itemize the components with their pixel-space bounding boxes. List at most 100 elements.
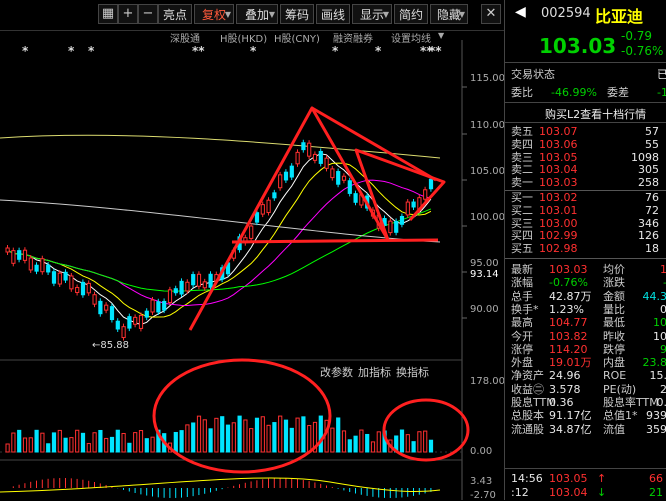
ask-volume: 1098 xyxy=(631,151,659,164)
candle-body xyxy=(192,275,195,285)
stat-value: 9 xyxy=(660,343,666,356)
event-star-marker[interactable]: ** xyxy=(429,44,442,58)
candle-body xyxy=(105,305,108,310)
bid-price: 103.01 xyxy=(539,204,578,217)
stat-value: 3.578 xyxy=(549,383,581,396)
volume-bar xyxy=(23,438,26,452)
candle-body xyxy=(267,200,270,212)
ask-price: 103.05 xyxy=(539,151,578,164)
price-axis-tick: 100.00 xyxy=(470,212,505,223)
toolbar-button-4[interactable]: 画线 xyxy=(316,4,350,24)
bid-level-label: 买四 xyxy=(511,229,533,242)
candle-body xyxy=(64,272,67,280)
candle-body xyxy=(325,158,328,168)
kline-chart[interactable] xyxy=(0,30,504,500)
volume-bar xyxy=(279,416,282,452)
volume-bar xyxy=(377,432,380,452)
macd-tick-max: 3.43 xyxy=(470,476,492,487)
stat-value: 24.96 xyxy=(549,369,581,382)
bid-volume: 72 xyxy=(645,204,659,217)
event-star-marker[interactable]: * xyxy=(332,44,338,58)
stat-row: 最高104.77最低10 xyxy=(511,316,666,329)
candle-body xyxy=(284,172,287,180)
macd-series xyxy=(0,478,440,498)
volume-bar xyxy=(371,442,374,452)
event-star-marker[interactable]: * xyxy=(68,44,74,58)
volume-bar xyxy=(238,416,241,452)
divider xyxy=(505,62,666,63)
grid-layout-icon[interactable]: ▦ xyxy=(98,4,118,24)
volume-bar xyxy=(296,418,299,452)
volume-bar xyxy=(186,425,189,452)
volume-menu-1[interactable]: 加指标 xyxy=(358,364,391,380)
event-star-marker[interactable]: ** xyxy=(192,44,205,58)
stat-label: 换手* xyxy=(511,303,539,316)
toolbar-button-1[interactable]: 复权▼ xyxy=(194,4,234,24)
stat-label: PE(动) xyxy=(603,383,636,396)
indicator-tab-2[interactable]: H股(CNY) xyxy=(274,30,320,45)
volume-bar xyxy=(47,444,50,452)
event-star-marker[interactable]: * xyxy=(88,44,94,58)
candle-body xyxy=(203,282,206,288)
indicator-tab-3[interactable]: 融资融券 xyxy=(333,30,373,45)
volume-bar xyxy=(267,425,270,452)
ask-volume: 305 xyxy=(638,163,659,176)
volume-bar xyxy=(81,433,84,452)
candle-body xyxy=(302,143,305,150)
candle-body xyxy=(110,307,113,320)
volume-menu-0[interactable]: 改参数 xyxy=(320,364,353,380)
volume-bar xyxy=(174,432,177,452)
bid-price: 102.98 xyxy=(539,242,578,255)
low-price-label: ←85.88 xyxy=(92,340,129,351)
bid-price: 103.00 xyxy=(539,217,578,230)
candle-body xyxy=(395,221,398,232)
stat-value: 103.03 xyxy=(549,263,588,276)
settings-caret-icon[interactable]: ▼ xyxy=(438,31,444,40)
nav-left-icon[interactable]: ◀ xyxy=(515,4,526,20)
volume-bar xyxy=(128,443,131,452)
event-star-marker[interactable]: * xyxy=(375,44,381,58)
toolbar-button-3[interactable]: 筹码 xyxy=(280,4,314,24)
candle-body xyxy=(319,151,322,163)
volume-bar xyxy=(87,444,90,452)
zoom-out-button[interactable]: − xyxy=(138,4,158,24)
toolbar-button-2[interactable]: 叠加▼ xyxy=(236,4,278,24)
close-icon[interactable]: ✕ xyxy=(481,4,501,24)
toolbar-button-7[interactable]: 隐藏▼ xyxy=(430,4,468,24)
candle-body xyxy=(197,274,200,286)
indicator-tab-4[interactable]: 设置均线 xyxy=(391,30,431,45)
candle-body xyxy=(29,258,32,270)
stat-label: 总值1* xyxy=(603,409,638,422)
event-star-marker[interactable]: * xyxy=(250,44,256,58)
ask-price: 103.03 xyxy=(539,176,578,189)
volume-bar xyxy=(226,425,229,452)
volume-bar xyxy=(400,430,403,452)
indicator-tab-1[interactable]: H股(HKD) xyxy=(220,30,267,45)
bid-volume: 126 xyxy=(638,229,659,242)
volume-bar xyxy=(145,439,148,452)
caret-down-icon: ▼ xyxy=(459,5,465,25)
volume-bar xyxy=(348,440,351,452)
zoom-in-button[interactable]: + xyxy=(118,4,138,24)
stat-row: 涨幅-0.76%涨跌- xyxy=(511,276,666,289)
stat-row: 换手*1.23%量比0 xyxy=(511,303,666,316)
volume-menu-2[interactable]: 换指标 xyxy=(396,364,429,380)
toolbar-button-6[interactable]: 简约 xyxy=(394,4,428,24)
long-average-line xyxy=(0,135,440,158)
volume-bar xyxy=(331,428,334,452)
volume-bar xyxy=(192,423,195,452)
candle-body xyxy=(145,311,148,317)
ask-level-label: 卖二 xyxy=(511,163,533,176)
candle-body xyxy=(348,181,351,194)
toolbar-button-5[interactable]: 显示▼ xyxy=(352,4,392,24)
volume-bar xyxy=(418,432,421,452)
event-star-marker[interactable]: * xyxy=(22,44,28,58)
l2-upgrade-link[interactable]: 购买L2查看十档行情 xyxy=(545,106,646,122)
stat-label: 股息率TTM xyxy=(603,396,659,409)
volume-bar xyxy=(6,444,9,452)
candle-body xyxy=(18,251,21,260)
stat-value: 103.82 xyxy=(549,330,588,343)
tick-time: :12 xyxy=(511,486,529,499)
indicator-tab-0[interactable]: 深股通 xyxy=(170,30,200,45)
toolbar-button-0[interactable]: 亮点 xyxy=(158,4,192,24)
